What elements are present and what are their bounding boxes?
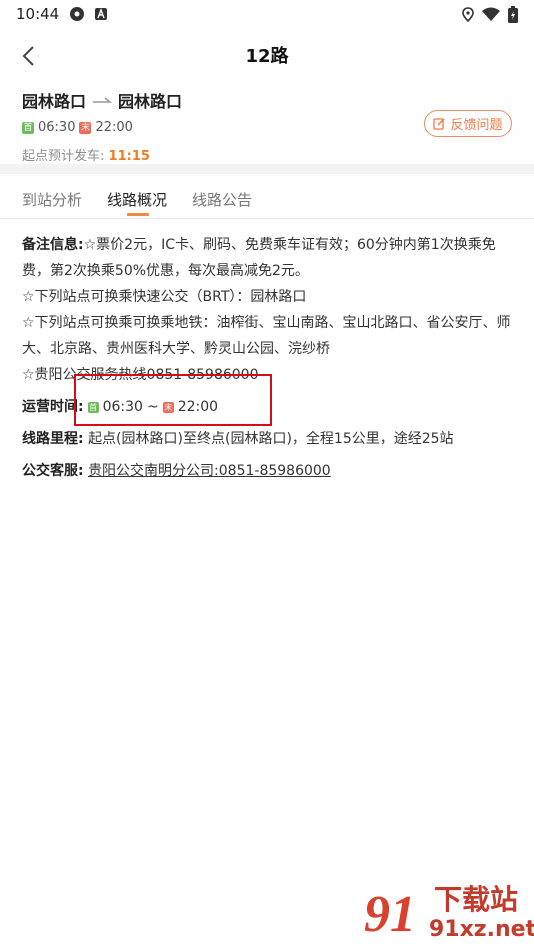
first-bus-time: 06:30 bbox=[38, 120, 76, 135]
status-time: 10:44 bbox=[16, 5, 60, 23]
notes-item: 备注信息:☆票价2元，IC卡、刷码、免费乘车证有效；60分钟内第1次换乘免费，第… bbox=[22, 237, 496, 279]
status-bar: 10:44 bbox=[0, 0, 534, 28]
last-bus-time: 22:00 bbox=[95, 120, 133, 135]
first-bus-badge: 首 bbox=[22, 121, 34, 134]
location-icon bbox=[462, 6, 474, 22]
sync-icon bbox=[70, 7, 85, 21]
tab-arrival-analysis[interactable]: 到站分析 bbox=[22, 189, 82, 210]
departure-time: 11:15 bbox=[108, 149, 150, 164]
tab-route-notices[interactable]: 线路公告 bbox=[192, 189, 252, 210]
route-origin: 园林路口 bbox=[22, 92, 87, 111]
route-details: 备注信息:☆票价2元，IC卡、刷码、免费乘车证有效；60分钟内第1次换乘免费，第… bbox=[22, 232, 512, 484]
watermark-name: 下载站 bbox=[434, 883, 519, 916]
watermark-number: 91 bbox=[364, 886, 416, 943]
customer-service-row: 公交客服: 贵阳公交南明分公司:0851-85986000 bbox=[22, 458, 512, 484]
notes-label: 备注信息: bbox=[22, 237, 84, 253]
notes-item: ☆下列站点可换乘可换乘地铁：油榨街、宝山南路、宝山北路口、省公安厅、师大、北京路… bbox=[22, 315, 511, 357]
departure-estimate: 起点预计发车: 11:15 bbox=[22, 145, 512, 164]
edit-icon bbox=[433, 118, 446, 130]
page-title: 12路 bbox=[245, 46, 289, 67]
distance-value: 起点(园林路口)至终点(园林路口)，全程15公里，途经25站 bbox=[88, 431, 454, 447]
distance-row: 线路里程: 起点(园林路口)至终点(园林路口)，全程15公里，途经25站 bbox=[22, 426, 512, 452]
last-bus-badge: 末 bbox=[79, 121, 92, 134]
feedback-label: 反馈问题 bbox=[450, 118, 503, 133]
customer-service-label: 公交客服: bbox=[22, 463, 84, 479]
feedback-button[interactable]: 反馈问题 bbox=[424, 110, 512, 137]
battery-icon bbox=[508, 5, 518, 23]
header: 12路 bbox=[0, 28, 534, 84]
notes-section: 备注信息:☆票价2元，IC卡、刷码、免费乘车证有效；60分钟内第1次换乘免费，第… bbox=[22, 232, 512, 388]
watermark-domain: 91xz.net bbox=[429, 917, 534, 942]
customer-service-link[interactable]: 贵阳公交南明分公司:0851-85986000 bbox=[88, 463, 331, 479]
active-tab-indicator bbox=[127, 213, 149, 216]
route-destination: 园林路口 bbox=[118, 92, 183, 111]
wifi-icon bbox=[482, 7, 500, 21]
app-notification-icon bbox=[95, 8, 108, 20]
site-watermark: 91 下载站 91xz.net bbox=[364, 880, 534, 950]
tab-bar: 到站分析 线路概况 线路公告 bbox=[0, 175, 534, 219]
highlight-box bbox=[74, 374, 272, 426]
tab-route-overview[interactable]: 线路概况 bbox=[107, 189, 167, 210]
section-divider bbox=[0, 164, 534, 174]
notes-item: ☆下列站点可换乘快速公交（BRT）：园林路口 bbox=[22, 289, 307, 305]
direction-arrow-icon bbox=[93, 97, 113, 103]
departure-label: 起点预计发车: bbox=[22, 149, 105, 164]
distance-label: 线路里程: bbox=[22, 431, 84, 447]
